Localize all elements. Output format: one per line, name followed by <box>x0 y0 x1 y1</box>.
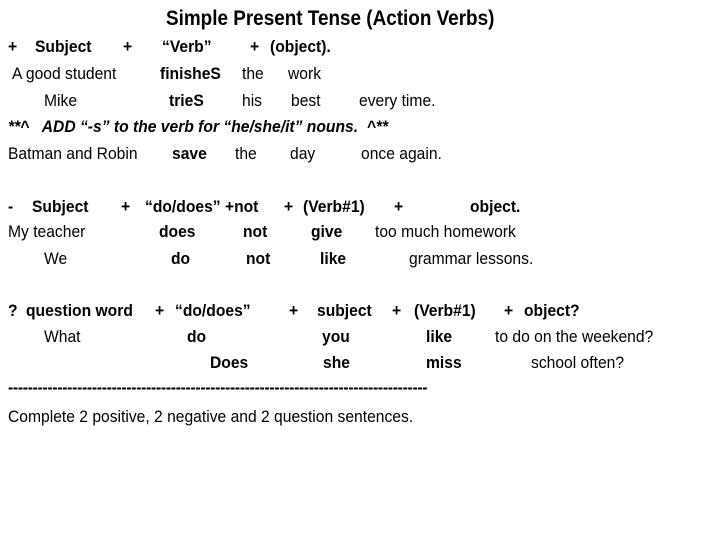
example-verb: give <box>311 222 343 241</box>
rule-note: **^ ADD “-s” to the verb for “he/she/it”… <box>8 117 389 136</box>
example-auxiliary: does <box>159 222 196 241</box>
formula-do-does-not: “do/does” +not <box>145 197 259 216</box>
example-auxiliary: Does <box>210 353 249 372</box>
formula-subject: Subject <box>35 37 92 56</box>
example-word: day <box>290 144 316 163</box>
example-word: every time. <box>359 91 436 110</box>
example-subject: Mike <box>44 91 78 110</box>
plus-sign: + <box>250 37 260 56</box>
formula-object: object? <box>524 301 580 320</box>
example-auxiliary: do <box>171 249 191 268</box>
example-subject: she <box>323 353 350 372</box>
formula-verb: (Verb#1) <box>414 301 476 320</box>
example-object: to do on the weekend? <box>495 327 654 346</box>
example-question-word: What <box>44 327 81 346</box>
plus-sign: + <box>123 37 133 56</box>
formula-object: object. <box>470 197 521 216</box>
formula-subject: Subject <box>32 197 89 216</box>
example-word: his <box>242 91 262 110</box>
example-word: work <box>288 64 322 83</box>
question-mark: ? <box>8 301 18 320</box>
example-verb: save <box>172 144 207 163</box>
plus-sign: + <box>504 301 514 320</box>
example-verb: finisheS <box>160 64 221 83</box>
plus-sign: + <box>155 301 165 320</box>
formula-question-word: question word <box>26 301 133 320</box>
formula-object: (object). <box>270 37 331 56</box>
example-verb: like <box>426 327 453 346</box>
plus-sign: + <box>392 301 402 320</box>
example-verb: miss <box>426 353 462 372</box>
plus-sign: + <box>121 197 131 216</box>
minus-sign: - <box>8 197 14 216</box>
plus-sign: + <box>284 197 294 216</box>
example-auxiliary: do <box>187 327 207 346</box>
example-not: not <box>246 249 271 268</box>
example-word: the <box>235 144 257 163</box>
example-word: once again. <box>361 144 442 163</box>
formula-verb: (Verb#1) <box>303 197 365 216</box>
example-object: grammar lessons. <box>409 249 534 268</box>
divider-line: ----------------------------------------… <box>8 378 428 397</box>
example-subject: Batman and Robin <box>8 144 138 163</box>
plus-sign: + <box>394 197 404 216</box>
example-subject: you <box>322 327 350 346</box>
plus-sign: + <box>289 301 299 320</box>
example-subject: My teacher <box>8 222 86 241</box>
example-verb: trieS <box>169 91 204 110</box>
plus-sign: + <box>8 37 18 56</box>
example-word: the <box>242 64 264 83</box>
page-title: Simple Present Tense (Action Verbs) <box>166 7 495 30</box>
example-subject: We <box>44 249 68 268</box>
example-object: too much homework <box>375 222 516 241</box>
formula-subject: subject <box>317 301 372 320</box>
formula-verb: “Verb” <box>162 37 212 56</box>
example-object: school often? <box>531 353 625 372</box>
instruction-text: Complete 2 positive, 2 negative and 2 qu… <box>8 407 414 426</box>
example-word: best <box>291 91 321 110</box>
example-verb: like <box>320 249 347 268</box>
formula-do-does: “do/does” <box>175 301 251 320</box>
example-subject: A good student <box>12 64 117 83</box>
example-not: not <box>243 222 268 241</box>
